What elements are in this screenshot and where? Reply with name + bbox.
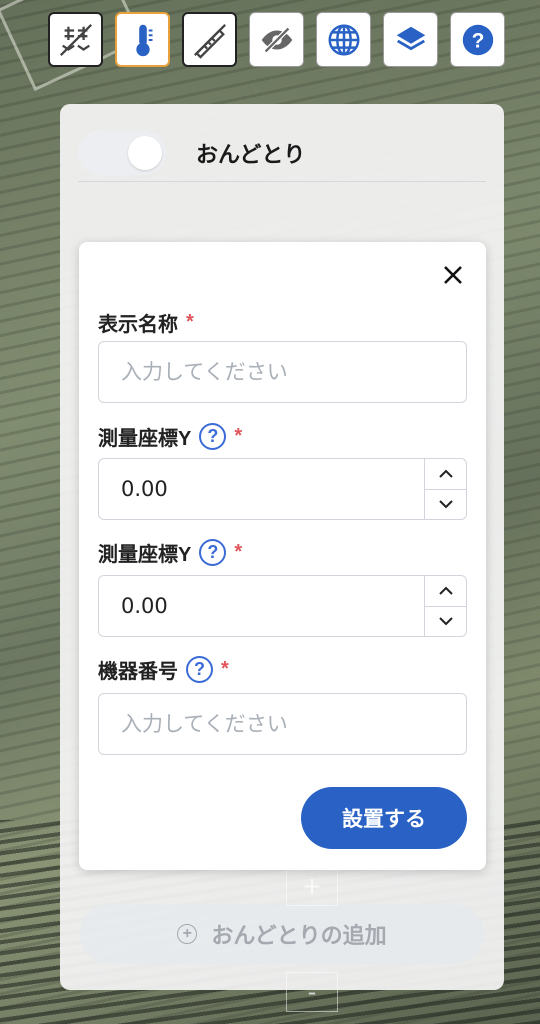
thermometer-button[interactable] (115, 12, 170, 67)
chevron-up-icon (438, 586, 453, 595)
required-mark: * (221, 658, 229, 680)
layer-title: おんどとり (196, 141, 306, 167)
display-name-input[interactable] (121, 360, 466, 384)
ruler-slash-icon (193, 23, 226, 59)
coord-y2-label: 測量座標Y ? * (98, 538, 242, 567)
device-no-label-text: 機器番号 (98, 661, 178, 683)
coord-y2-label-text: 測量座標Y (98, 544, 192, 566)
coord-y2-stepper (424, 576, 466, 636)
decrement-button[interactable] (425, 607, 466, 637)
coord-y1-input[interactable] (121, 477, 466, 501)
layer-row-ondotori: おんどとり (78, 130, 486, 182)
eye-slash-icon (261, 26, 292, 53)
coord-y1-stepper (424, 459, 466, 519)
globe-button[interactable] (316, 12, 371, 67)
device-no-input[interactable] (121, 712, 466, 736)
required-mark: * (234, 425, 243, 447)
add-ondotori-button[interactable]: + おんどとりの追加 (80, 904, 484, 964)
layer-toggle[interactable] (78, 130, 166, 175)
help-icon: ? (462, 24, 493, 55)
required-mark: * (234, 541, 243, 563)
hide-button[interactable] (249, 12, 304, 67)
coord-y1-label: 測量座標Y ? * (98, 422, 242, 451)
chevron-down-icon (438, 500, 453, 509)
required-mark: * (186, 311, 194, 333)
globe-icon (328, 24, 359, 55)
increment-button[interactable] (425, 576, 466, 607)
svg-text:?: ? (471, 29, 484, 52)
ruler-slash-button[interactable] (182, 12, 237, 67)
zoom-out-button[interactable]: - (286, 972, 338, 1012)
help-circle-icon[interactable]: ? (199, 423, 227, 450)
coord-y2-field[interactable] (98, 575, 467, 637)
layers-button[interactable] (383, 12, 438, 67)
toggle-knob (128, 135, 162, 170)
plus-circle-icon: + (177, 924, 198, 944)
chevron-up-icon (438, 469, 453, 478)
increment-button[interactable] (425, 459, 466, 490)
display-name-label: 表示名称 * (98, 308, 194, 337)
help-button[interactable]: ? (450, 12, 505, 67)
display-name-field[interactable] (98, 341, 467, 403)
coord-y1-field[interactable] (98, 458, 467, 520)
add-ondotori-label: おんどとりの追加 (211, 923, 387, 948)
display-name-label-text: 表示名称 (98, 314, 178, 336)
grid-slash-icon (59, 23, 92, 56)
zoom-in-button[interactable]: + (286, 866, 338, 906)
device-no-label: 機器番号 ? * (98, 655, 229, 684)
coord-y2-input[interactable] (121, 594, 466, 618)
device-no-field[interactable] (98, 693, 467, 755)
help-circle-icon[interactable]: ? (199, 539, 227, 566)
map-toolbar: ? (48, 12, 505, 67)
install-button[interactable]: 設置する (301, 787, 467, 849)
thermometer-icon (135, 24, 152, 56)
decrement-button[interactable] (425, 490, 466, 520)
help-circle-icon[interactable]: ? (186, 656, 213, 683)
coord-y1-label-text: 測量座標Y (98, 428, 192, 450)
close-icon[interactable] (442, 264, 464, 286)
chevron-down-icon (438, 617, 453, 626)
grid-slash-button[interactable] (48, 12, 103, 67)
device-setup-dialog: 表示名称 * 測量座標Y ? * 測量座標Y ? * (79, 242, 486, 870)
layers-icon (396, 26, 425, 50)
